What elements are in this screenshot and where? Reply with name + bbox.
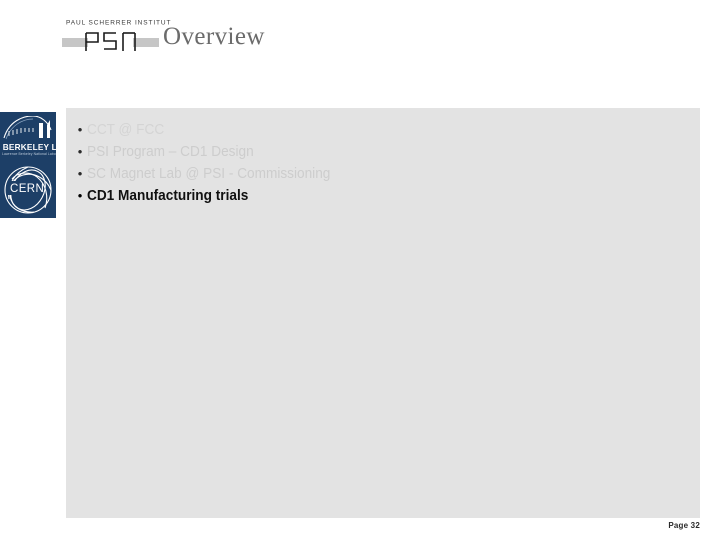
berkeley-lab-logo: BERKELEY LAB Lawrence Berkeley National … <box>0 112 56 164</box>
cern-logo: CERN <box>0 164 56 218</box>
page-title: Overview <box>163 23 265 50</box>
bullet-label: PSI Program – CD1 Design <box>87 144 254 160</box>
psi-wordmark-text: PAUL SCHERRER INSTITUT <box>66 19 172 27</box>
list-item[interactable]: • PSI Program – CD1 Design <box>73 141 673 163</box>
berkeley-lab-arc-icon <box>3 116 52 140</box>
bullet-label: SC Magnet Lab @ PSI - Commissioning <box>87 166 331 182</box>
berkeley-lab-name: BERKELEY LAB <box>2 142 56 152</box>
partner-logo-column: BERKELEY LAB Lawrence Berkeley National … <box>0 112 56 218</box>
content-panel: • CCT @ FCC • PSI Program – CD1 Design •… <box>66 108 700 518</box>
cern-emblem-icon: CERN <box>4 166 52 214</box>
bullet-list: • CCT @ FCC • PSI Program – CD1 Design •… <box>73 119 673 207</box>
list-item[interactable]: • CD1 Manufacturing trials <box>73 185 673 207</box>
psi-letters-icon <box>85 32 136 51</box>
bullet-label: CD1 Manufacturing trials <box>87 188 249 204</box>
psi-mark-icon <box>62 31 159 53</box>
slide-root: PAUL SCHERRER INSTITUT Overview BERKELEY… <box>0 0 720 540</box>
list-item[interactable]: • CCT @ FCC <box>73 119 673 141</box>
page-number-label: Page 32 <box>668 521 700 530</box>
bullet-dot-icon: • <box>77 166 83 181</box>
bullet-label: CCT @ FCC <box>87 122 165 138</box>
psi-logo: PAUL SCHERRER INSTITUT <box>62 19 172 55</box>
bullet-dot-icon: • <box>77 188 83 203</box>
bullet-dot-icon: • <box>77 144 83 159</box>
list-item[interactable]: • SC Magnet Lab @ PSI - Commissioning <box>73 163 673 185</box>
slide-header: PAUL SCHERRER INSTITUT Overview <box>0 0 720 108</box>
cern-name-text: CERN <box>10 183 44 195</box>
berkeley-lab-tagline: Lawrence Berkeley National Laboratory <box>2 152 56 156</box>
bullet-dot-icon: • <box>77 122 83 137</box>
